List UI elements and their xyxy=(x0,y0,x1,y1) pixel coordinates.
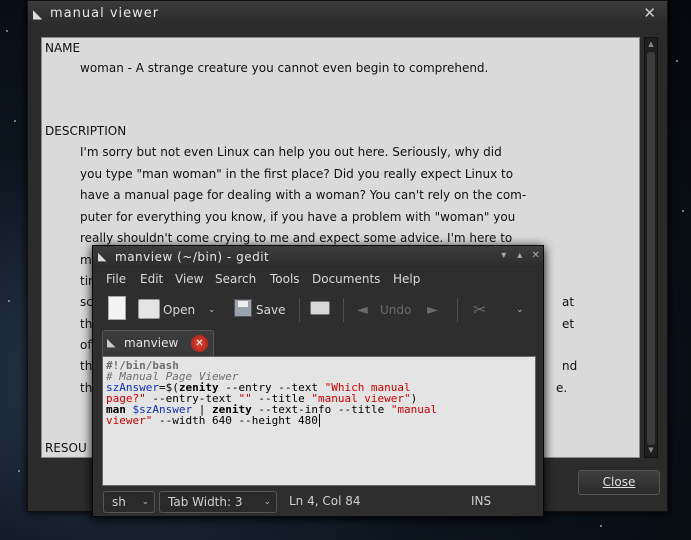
redo-arrow-icon[interactable]: ► xyxy=(427,298,438,322)
section-heading-description: DESCRIPTION xyxy=(45,124,127,138)
language-value: sh xyxy=(112,495,126,509)
star xyxy=(8,300,10,302)
close-icon[interactable]: ✕ xyxy=(529,249,543,263)
insert-mode: INS xyxy=(471,494,492,508)
code-editor[interactable]: #!/bin/bash # Manual Page Viewer szAnswer=… xyxy=(102,356,536,486)
minimize-icon[interactable]: ▾ xyxy=(497,249,511,263)
description-fragment: et xyxy=(562,317,575,331)
menubar: File Edit View Search Tools Documents He… xyxy=(93,268,543,290)
menu-view[interactable]: View xyxy=(175,272,203,286)
maximize-icon[interactable]: ▴ xyxy=(513,249,527,263)
toolbar-separator xyxy=(457,298,458,322)
toolbar-separator xyxy=(299,298,300,322)
star xyxy=(6,30,8,32)
undo-button[interactable]: Undo xyxy=(380,298,411,322)
text-cursor xyxy=(318,414,320,427)
print-icon[interactable] xyxy=(310,301,330,315)
manual-viewer-titlebar[interactable]: ◣ manual viewer ✕ xyxy=(28,1,667,27)
menu-help[interactable]: Help xyxy=(393,272,420,286)
star xyxy=(682,210,684,212)
code-line-6: viewer" --width 640 --height 480 xyxy=(106,414,535,427)
language-selector[interactable]: sh ⌄ xyxy=(103,491,155,513)
window-menu-icon[interactable]: ◣ xyxy=(33,7,47,21)
scroll-down-icon[interactable]: ▼ xyxy=(645,446,657,454)
description-fragment: at xyxy=(562,295,575,309)
close-icon[interactable]: ✕ xyxy=(643,4,657,22)
star xyxy=(600,525,602,527)
description-fragment: e. xyxy=(556,381,568,395)
close-button[interactable]: Close xyxy=(578,470,660,495)
tab-manview[interactable]: ◣ manview ✕ xyxy=(102,330,214,356)
cursor-position: Ln 4, Col 84 xyxy=(289,494,361,508)
statusbar: sh ⌄ Tab Width: 3 ⌄ Ln 4, Col 84 INS xyxy=(93,489,543,517)
chevron-down-icon: ⌄ xyxy=(263,497,271,507)
open-button[interactable]: Open xyxy=(163,298,195,322)
scrollbar-thumb[interactable] xyxy=(647,52,655,445)
close-button-label: Close xyxy=(602,475,636,489)
menu-documents[interactable]: Documents xyxy=(312,272,380,286)
window-title: manual viewer xyxy=(50,6,160,21)
tab-width-value: Tab Width: 3 xyxy=(168,495,243,509)
chevron-down-icon: ⌄ xyxy=(141,497,149,507)
menu-edit[interactable]: Edit xyxy=(140,272,163,286)
gedit-window: ◣ manview (~/bin) - gedit ▾ ▴ ✕ File Edi… xyxy=(92,245,544,517)
code-token: --width 640 --height 480 xyxy=(152,414,318,427)
code-token: viewer" xyxy=(106,414,153,427)
save-button[interactable]: Save xyxy=(256,298,285,322)
window-title: manview (~/bin) - gedit xyxy=(115,250,270,264)
toolbar-separator xyxy=(343,298,344,322)
gedit-titlebar[interactable]: ◣ manview (~/bin) - gedit ▾ ▴ ✕ xyxy=(93,246,543,268)
toolbar-overflow-chevron-icon[interactable]: ⌄ xyxy=(516,298,524,322)
name-text: woman - A strange creature you cannot ev… xyxy=(80,61,489,75)
window-menu-icon[interactable]: ◣ xyxy=(98,250,107,263)
star xyxy=(676,60,678,62)
description-line: you type "man woman" in the first place?… xyxy=(80,167,514,181)
vertical-scrollbar[interactable]: ▲ ▼ xyxy=(644,37,658,458)
new-document-icon[interactable] xyxy=(108,296,126,320)
star xyxy=(14,120,16,122)
scroll-up-icon[interactable]: ▲ xyxy=(645,40,657,48)
description-line: have a manual page for dealing with a wo… xyxy=(80,188,527,202)
tab-label: manview xyxy=(124,336,179,350)
menu-search[interactable]: Search xyxy=(215,272,256,286)
document-icon: ◣ xyxy=(107,336,116,349)
section-heading-resources: RESOU xyxy=(45,441,87,455)
star xyxy=(18,470,20,472)
description-fragment: nd xyxy=(562,359,578,373)
close-tab-icon[interactable]: ✕ xyxy=(191,335,208,352)
open-icon[interactable] xyxy=(138,299,160,319)
code-token: "manual xyxy=(390,403,438,416)
description-line: puter for everything you know, if you ha… xyxy=(80,210,516,224)
tab-width-selector[interactable]: Tab Width: 3 ⌄ xyxy=(159,491,277,513)
cut-icon[interactable]: ✂ xyxy=(473,298,486,322)
save-icon[interactable] xyxy=(234,299,252,317)
menu-tools[interactable]: Tools xyxy=(270,272,300,286)
toolbar: Open ⌄ Save ◄ Undo ► ✂ ⌄ xyxy=(93,290,543,330)
undo-arrow-icon[interactable]: ◄ xyxy=(357,298,368,322)
menu-file[interactable]: File xyxy=(106,272,126,286)
description-line: I'm sorry but not even Linux can help yo… xyxy=(80,145,502,159)
open-dropdown-chevron-icon[interactable]: ⌄ xyxy=(208,298,216,322)
section-heading-name: NAME xyxy=(45,41,81,55)
